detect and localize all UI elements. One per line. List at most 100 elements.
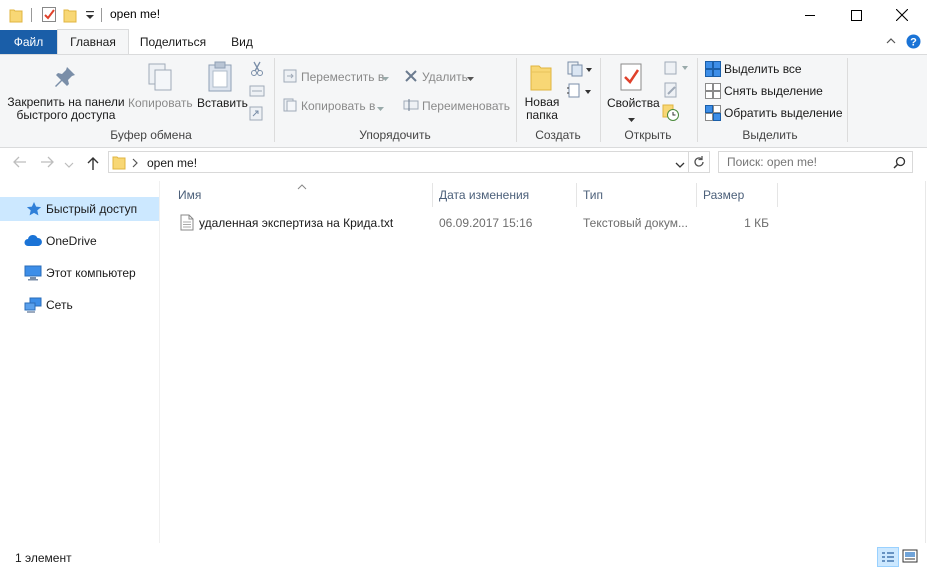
pin-icon xyxy=(52,64,78,93)
column-header-type[interactable]: Тип xyxy=(583,185,695,205)
move-to-button[interactable]: Переместить в xyxy=(301,70,384,84)
paste-shortcut-icon[interactable] xyxy=(249,105,263,124)
file-date: 06.09.2017 15:16 xyxy=(439,216,533,230)
file-type: Текстовый докум... xyxy=(583,216,688,230)
text-file-icon xyxy=(180,214,194,234)
easy-access-icon[interactable] xyxy=(566,82,592,103)
rename-icon xyxy=(403,99,419,114)
paste-icon xyxy=(207,61,233,96)
group-select-label: Выделить xyxy=(742,128,798,142)
minimize-button[interactable] xyxy=(787,0,833,30)
chevron-down-icon xyxy=(377,101,384,115)
copy-icon xyxy=(147,62,173,95)
status-item-count: 1 элемент xyxy=(15,551,72,565)
arrow-up-icon xyxy=(87,157,99,170)
details-view-button[interactable] xyxy=(877,547,899,567)
delete-icon xyxy=(404,69,418,86)
recent-locations-button[interactable] xyxy=(64,158,74,172)
svg-text:?: ? xyxy=(910,37,917,49)
search-icon[interactable] xyxy=(893,156,906,172)
close-icon xyxy=(896,9,908,21)
new-folder-line2: папка xyxy=(526,108,558,122)
invert-selection-button[interactable]: Обратить выделение xyxy=(724,106,843,120)
close-button[interactable] xyxy=(879,0,925,30)
move-to-icon xyxy=(283,69,297,86)
new-folder-button[interactable]: Новая папка xyxy=(520,96,564,122)
history-icon[interactable] xyxy=(662,104,680,125)
pin-label-line2: быстрого доступа xyxy=(16,108,116,122)
chevron-down-icon xyxy=(382,71,389,85)
group-new-label: Создать xyxy=(535,128,581,142)
minimize-icon xyxy=(805,15,815,16)
qat-separator xyxy=(31,8,32,22)
address-dropdown-button[interactable] xyxy=(675,158,685,172)
refresh-button[interactable] xyxy=(689,151,710,173)
file-size: 1 КБ xyxy=(744,216,769,230)
chevron-down-icon xyxy=(64,162,74,168)
paste-button[interactable]: Вставить xyxy=(197,96,248,110)
computer-icon xyxy=(24,265,42,281)
breadcrumb-chevron-icon[interactable] xyxy=(132,157,138,171)
nav-item-label: Этот компьютер xyxy=(46,266,136,280)
back-button[interactable] xyxy=(12,155,28,172)
column-header-date[interactable]: Дата изменения xyxy=(439,185,575,205)
column-header-size[interactable]: Размер xyxy=(703,185,777,205)
new-item-icon[interactable] xyxy=(566,60,592,81)
open-icon[interactable] xyxy=(663,60,689,79)
search-input[interactable] xyxy=(718,151,913,173)
column-divider[interactable] xyxy=(696,183,697,207)
ribbon-separator xyxy=(516,58,517,142)
customize-qat-icon[interactable] xyxy=(85,9,95,24)
copy-button[interactable]: Копировать xyxy=(128,96,193,110)
nav-item-network[interactable]: Сеть xyxy=(0,293,159,317)
column-divider[interactable] xyxy=(777,183,778,207)
edit-icon[interactable] xyxy=(663,82,679,101)
group-open-label: Открыть xyxy=(624,128,672,142)
tab-home[interactable]: Главная xyxy=(57,29,129,54)
nav-item-label: OneDrive xyxy=(46,234,97,248)
breadcrumb-current[interactable]: open me! xyxy=(147,156,197,170)
ribbon-separator xyxy=(847,58,848,142)
pin-quick-access-button[interactable]: Закрепить на панели быстрого доступа xyxy=(5,96,127,122)
tab-file[interactable]: Файл xyxy=(0,30,57,54)
nav-item-quick-access[interactable]: Быстрый доступ xyxy=(0,197,159,221)
properties-button[interactable]: Свойства xyxy=(607,96,660,110)
new-folder-quick-icon[interactable] xyxy=(63,7,77,26)
select-all-button[interactable]: Выделить все xyxy=(724,62,802,76)
select-none-button[interactable]: Снять выделение xyxy=(724,84,823,98)
column-divider[interactable] xyxy=(576,183,577,207)
group-clipboard-label: Буфер обмена xyxy=(110,128,192,142)
copy-path-icon[interactable] xyxy=(249,84,265,101)
nav-item-onedrive[interactable]: OneDrive xyxy=(0,229,159,253)
star-icon xyxy=(26,201,42,217)
maximize-button[interactable] xyxy=(833,0,879,30)
copy-to-button[interactable]: Копировать в xyxy=(301,99,375,113)
properties-quick-icon[interactable] xyxy=(41,6,57,26)
tab-share[interactable]: Поделиться xyxy=(133,30,213,54)
tab-view[interactable]: Вид xyxy=(222,30,262,54)
column-header-name[interactable]: Имя xyxy=(178,185,432,205)
help-icon[interactable]: ? xyxy=(906,34,921,52)
column-divider[interactable] xyxy=(432,183,433,207)
folder-icon xyxy=(9,7,23,26)
large-icons-view-button[interactable] xyxy=(902,549,918,566)
large-icons-view-icon xyxy=(902,549,918,563)
ribbon-separator xyxy=(274,58,275,142)
nav-item-this-pc[interactable]: Этот компьютер xyxy=(0,261,159,285)
up-button[interactable] xyxy=(86,155,100,174)
cut-icon[interactable] xyxy=(249,61,265,80)
nav-item-label: Сеть xyxy=(46,298,73,312)
collapse-ribbon-icon[interactable] xyxy=(885,35,897,50)
delete-button[interactable]: Удалить xyxy=(422,70,468,84)
arrow-left-icon xyxy=(13,156,26,168)
rename-button[interactable]: Переименовать xyxy=(422,99,510,113)
window-border xyxy=(925,181,926,543)
ribbon-separator xyxy=(600,58,601,142)
select-all-icon xyxy=(705,61,721,80)
table-row[interactable]: удаленная экспертиза на Крида.txt 06.09.… xyxy=(172,212,777,234)
file-name: удаленная экспертиза на Крида.txt xyxy=(199,216,394,230)
new-folder-icon xyxy=(529,62,553,95)
window-title: open me! xyxy=(110,7,161,21)
forward-button[interactable] xyxy=(39,155,55,172)
arrow-right-icon xyxy=(41,156,54,168)
